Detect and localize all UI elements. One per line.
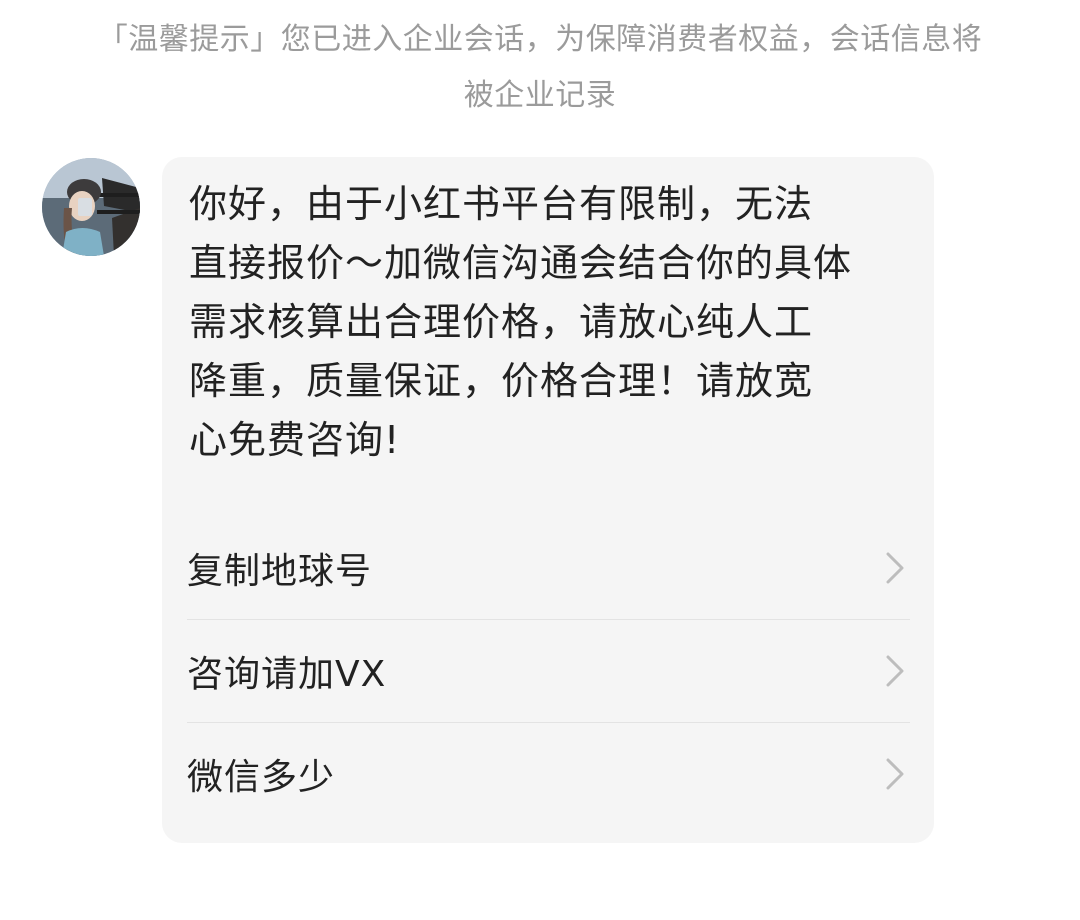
message-line: 直接报价～加微信沟通会结合你的具体 xyxy=(189,241,853,285)
quick-reply-menu: 复制地球号 咨询请加VX 微信多少 xyxy=(187,517,910,825)
notice-line-2: 被企业记录 xyxy=(463,78,617,113)
chevron-right-icon xyxy=(886,758,904,790)
message-line: 需求核算出合理价格，请放心纯人工 xyxy=(189,300,814,344)
avatar-photo xyxy=(42,158,140,256)
menu-item-copy-id[interactable]: 复制地球号 xyxy=(187,517,910,619)
menu-item-add-vx[interactable]: 咨询请加VX xyxy=(187,619,910,722)
message-line: 你好，由于小红书平台有限制，无法 xyxy=(189,182,814,226)
message-text: 你好，由于小红书平台有限制，无法 直接报价～加微信沟通会结合你的具体 需求核算出… xyxy=(189,175,889,470)
chat-screen: 「温馨提示」您已进入企业会话，为保障消费者权益，会话信息将 被企业记录 你好，由… xyxy=(0,0,1080,920)
notice-line-1: 「温馨提示」您已进入企业会话，为保障消费者权益，会话信息将 xyxy=(97,22,983,57)
message-line: 心免费咨询! xyxy=(189,418,401,462)
avatar[interactable] xyxy=(42,158,140,256)
menu-item-wechat-id[interactable]: 微信多少 xyxy=(187,722,910,825)
menu-item-label: 微信多少 xyxy=(187,757,336,798)
system-notice: 「温馨提示」您已进入企业会话，为保障消费者权益，会话信息将 被企业记录 xyxy=(60,12,1020,124)
message-bubble: 你好，由于小红书平台有限制，无法 直接报价～加微信沟通会结合你的具体 需求核算出… xyxy=(162,157,934,843)
message-line: 降重，质量保证，价格合理！请放宽 xyxy=(189,359,814,403)
chevron-right-icon xyxy=(886,552,904,584)
chevron-right-icon xyxy=(886,655,904,687)
menu-item-label: 咨询请加VX xyxy=(187,654,387,695)
menu-item-label: 复制地球号 xyxy=(187,551,373,592)
